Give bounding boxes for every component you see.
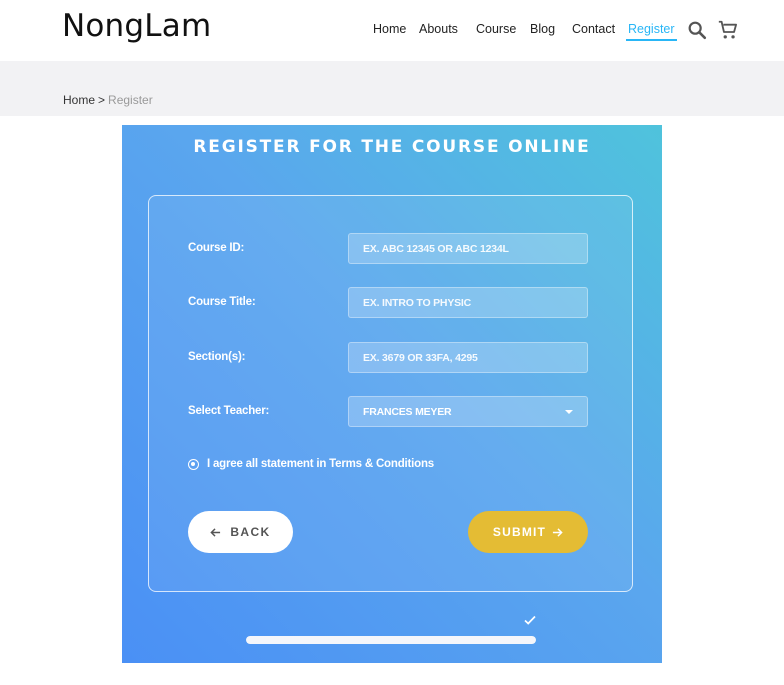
progress-fill [246,636,536,644]
arrow-right-icon [553,527,563,537]
nav-contact[interactable]: Contact [572,22,615,36]
nav-home[interactable]: Home [373,22,406,36]
terms-text: I agree all statement in Terms & Conditi… [207,458,434,470]
breadcrumb-current: Register [108,93,153,107]
teacher-select-value: FRANCES MEYER [363,405,452,418]
course-title-label: Course Title: [188,296,256,308]
sections-label: Section(s): [188,351,246,363]
chevron-down-icon [565,410,573,414]
breadcrumb-home[interactable]: Home [63,93,95,107]
course-id-label: Course ID: [188,242,245,254]
site-logo[interactable]: NongLam [62,8,211,44]
terms-radio[interactable] [188,458,199,470]
nav-register[interactable]: Register [626,22,677,41]
search-icon[interactable] [686,19,708,41]
nav-course[interactable]: Course [476,22,516,36]
arrow-left-icon [210,527,221,537]
nav-blog[interactable]: Blog [530,22,555,36]
course-id-input[interactable] [348,233,588,264]
cart-icon[interactable] [717,19,739,41]
check-icon [523,613,537,627]
site-header: NongLam Home Abouts Course Blog Contact … [0,0,784,61]
nav-abouts[interactable]: Abouts [419,22,458,36]
register-panel: REGISTER FOR THE COURSE ONLINE Course ID… [122,125,662,663]
form-title: REGISTER FOR THE COURSE ONLINE [193,137,591,157]
submit-button[interactable]: SUBMIT [468,511,588,553]
breadcrumb-band: Home > Register [0,61,784,116]
teacher-label: Select Teacher: [188,405,270,417]
breadcrumb: Home > Register [63,93,153,107]
submit-button-label: SUBMIT [492,525,547,539]
breadcrumb-separator: > [98,93,106,107]
progress-bar [246,636,536,644]
back-button-label: BACK [230,525,271,539]
sections-input[interactable] [348,342,588,373]
teacher-select[interactable]: FRANCES MEYER [348,396,588,427]
terms-agreement[interactable]: I agree all statement in Terms & Conditi… [188,458,434,470]
form-card: Course ID: Course Title: Section(s): Sel… [148,195,633,592]
back-button[interactable]: BACK [188,511,293,553]
course-title-input[interactable] [348,287,588,318]
